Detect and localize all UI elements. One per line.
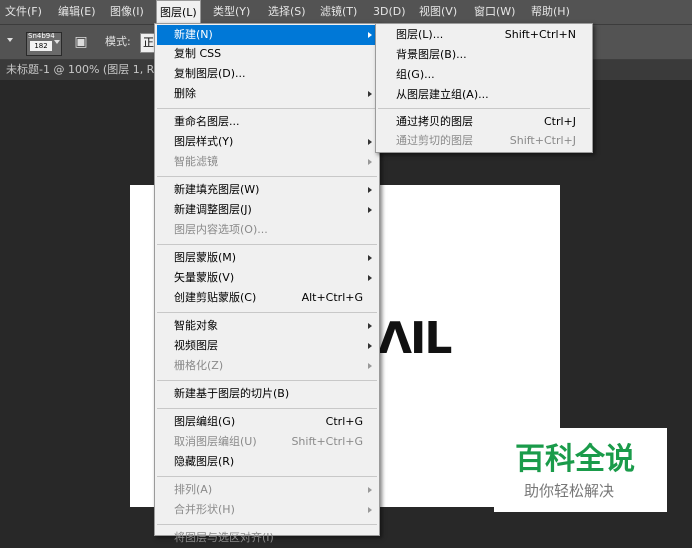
menu-item-new-fill-layer[interactable]: 新建填充图层(W): [174, 180, 259, 200]
menu-help[interactable]: 帮助(H): [531, 0, 570, 24]
menu-item-combine-shapes: 合并形状(H): [174, 503, 235, 516]
brush-panel-toggle-icon[interactable]: ▣: [71, 33, 91, 51]
tool-preset-dropdown-icon[interactable]: [7, 38, 13, 42]
menu-item-rasterize: 栅格化(Z): [174, 359, 224, 372]
menu-window[interactable]: 窗口(W): [474, 0, 515, 24]
menu-separator: [157, 312, 377, 313]
new-submenu: 图层(L)... Shift+Ctrl+N 背景图层(B)... 组(G)...…: [375, 23, 593, 153]
brush-size-value: 182: [30, 41, 52, 51]
shortcut-ctrl-g: Ctrl+G: [325, 415, 363, 428]
submenu-arrow-icon: [368, 32, 372, 38]
watermark-subtitle: 助你轻松解决: [524, 482, 615, 500]
menu-separator: [157, 176, 377, 177]
submenu-item-group[interactable]: 组(G)...: [396, 65, 435, 85]
menu-item-new-adjustment-layer[interactable]: 新建调整图层(J): [174, 200, 252, 220]
menu-separator: [157, 244, 377, 245]
submenu-arrow-icon: [368, 275, 372, 281]
menu-item-create-clipping-mask[interactable]: 创建剪贴蒙版(C): [174, 288, 256, 308]
document-tab[interactable]: 未标题-1 @ 100% (图层 1, R: [0, 60, 166, 80]
menu-item-ungroup-layers: 取消图层编组(U): [174, 435, 257, 448]
menu-bar: 文件(F) 编辑(E) 图像(I) 图层(L) 类型(Y) 选择(S) 滤镜(T…: [0, 0, 692, 25]
submenu-item-layer-via-copy[interactable]: 通过拷贝的图层: [396, 112, 473, 132]
submenu-arrow-icon: [368, 343, 372, 349]
menu-item-align-layers-to-selection: 将图层与选区对齐(I): [174, 531, 274, 544]
shortcut-alt-ctrl-g: Alt+Ctrl+G: [301, 291, 363, 304]
menu-file[interactable]: 文件(F): [5, 0, 42, 24]
mode-label: 模式:: [105, 35, 131, 48]
menu-edit[interactable]: 编辑(E): [58, 0, 96, 24]
menu-view[interactable]: 视图(V): [419, 0, 457, 24]
menu-item-new-layer-based-slice[interactable]: 新建基于图层的切片(B): [174, 384, 289, 404]
menu-item-vector-mask[interactable]: 矢量蒙版(V): [174, 268, 234, 288]
menu-item-duplicate-layer[interactable]: 复制图层(D)...: [174, 64, 246, 84]
menu-separator: [378, 108, 590, 109]
menu-filter[interactable]: 滤镜(T): [320, 0, 357, 24]
menu-item-group-layers[interactable]: 图层编组(G): [174, 412, 235, 432]
brush-picker-chevron-down-icon[interactable]: [54, 40, 60, 44]
menu-image[interactable]: 图像(I): [110, 0, 144, 24]
submenu-arrow-icon: [368, 187, 372, 193]
menu-separator: [157, 408, 377, 409]
menu-item-smart-filter: 智能滤镜: [174, 155, 218, 168]
submenu-arrow-icon: [368, 159, 372, 165]
menu-select[interactable]: 选择(S): [268, 0, 306, 24]
menu-item-arrange: 排列(A): [174, 483, 213, 496]
menu-type[interactable]: 类型(Y): [213, 0, 250, 24]
menu-item-video-layer[interactable]: 视频图层: [174, 336, 218, 356]
layer-menu-dropdown: 新建(N) 复制 CSS 复制图层(D)... 删除 重命名图层... 图层样式…: [154, 23, 380, 544]
submenu-arrow-icon: [368, 323, 372, 329]
menu-separator: [157, 476, 377, 477]
menu-item-smart-object[interactable]: 智能对象: [174, 316, 218, 336]
menu-item-layer-style[interactable]: 图层样式(Y): [174, 132, 233, 152]
submenu-arrow-icon: [368, 91, 372, 97]
submenu-item-layer[interactable]: 图层(L)...: [396, 25, 443, 45]
watermark-title: 百科全说: [515, 442, 635, 477]
shortcut-shift-ctrl-g: Shift+Ctrl+G: [291, 435, 363, 448]
menu-separator: [157, 380, 377, 381]
submenu-item-group-from-layers[interactable]: 从图层建立组(A)...: [396, 85, 489, 105]
shortcut-shift-ctrl-j: Shift+Ctrl+J: [509, 134, 576, 147]
menu-item-layer-content-options: 图层内容选项(O)...: [174, 223, 268, 236]
canvas-text-layer: ΛIL: [378, 313, 452, 364]
menu-item-new[interactable]: 新建(N): [174, 25, 213, 45]
menu-item-delete[interactable]: 删除: [174, 84, 196, 104]
menu-separator: [157, 108, 377, 109]
submenu-item-background-layer[interactable]: 背景图层(B)...: [396, 45, 467, 65]
submenu-item-layer-via-cut: 通过剪切的图层: [396, 134, 473, 147]
menu-separator: [157, 524, 377, 525]
menu-layer[interactable]: 图层(L): [156, 0, 201, 24]
menu-item-hide-layers[interactable]: 隐藏图层(R): [174, 452, 234, 472]
shortcut-shift-ctrl-n: Shift+Ctrl+N: [504, 28, 576, 41]
menu-item-copy-css[interactable]: 复制 CSS: [174, 44, 221, 64]
submenu-arrow-icon: [368, 139, 372, 145]
submenu-arrow-icon: [368, 207, 372, 213]
submenu-arrow-icon: [368, 507, 372, 513]
menu-item-layer-mask[interactable]: 图层蒙版(M): [174, 248, 236, 268]
menu-3d[interactable]: 3D(D): [373, 0, 406, 24]
brush-preset-label: Sn4b94: [28, 32, 55, 40]
submenu-arrow-icon: [368, 487, 372, 493]
submenu-arrow-icon: [368, 255, 372, 261]
shortcut-ctrl-j: Ctrl+J: [543, 115, 576, 128]
menu-item-rename-layer[interactable]: 重命名图层...: [174, 112, 240, 132]
submenu-arrow-icon: [368, 363, 372, 369]
